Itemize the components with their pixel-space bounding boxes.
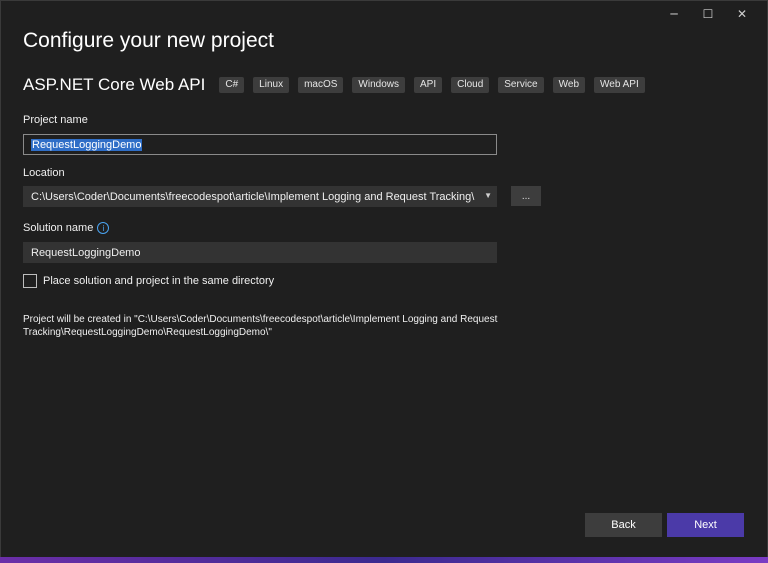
next-button[interactable]: Next [667,513,744,537]
back-button[interactable]: Back [585,513,662,537]
minimize-icon[interactable]: ─ [657,5,691,23]
tag-macos: macOS [298,77,344,93]
template-name: ASP.NET Core Web API [23,75,206,94]
solution-name-label: Solution name [23,222,94,234]
project-name-input[interactable]: RequestLoggingDemo [23,134,497,155]
tag-api: API [414,77,443,93]
location-value: C:\Users\Coder\Documents\freecodespot\ar… [31,190,475,203]
project-path-info: Project will be created in "C:\Users\Cod… [23,314,498,338]
solution-name-input[interactable]: RequestLoggingDemo [23,242,497,263]
chevron-down-icon[interactable]: ▼ [484,191,492,200]
info-icon[interactable]: i [97,222,110,235]
same-directory-label: Place solution and project in the same d… [43,275,275,287]
location-combobox[interactable]: C:\Users\Coder\Documents\freecodespot\ar… [23,186,497,207]
tag-csharp: C# [219,77,245,93]
same-directory-option[interactable]: Place solution and project in the same d… [23,274,274,288]
browse-button[interactable]: ... [511,186,541,206]
tag-service: Service [498,77,544,93]
maximize-icon[interactable]: ☐ [691,5,725,23]
tag-cloud: Cloud [451,77,490,93]
window-accent-border [0,557,768,563]
project-name-label: Project name [23,114,88,126]
close-icon[interactable]: ✕ [725,5,759,23]
tag-linux: Linux [253,77,290,93]
solution-name-label-row: Solution name i [23,222,110,235]
tag-web-api: Web API [594,77,645,93]
solution-name-value: RequestLoggingDemo [31,246,141,259]
project-name-value: RequestLoggingDemo [31,138,143,151]
tag-windows: Windows [352,77,405,93]
location-label: Location [23,167,65,179]
window-controls: ─ ☐ ✕ [657,5,759,23]
same-directory-checkbox[interactable] [23,274,37,288]
tag-web: Web [552,77,586,93]
dialog-window: ─ ☐ ✕ Configure your new project ASP.NET… [0,0,768,558]
template-header: ASP.NET Core Web API C# Linux macOS Wind… [23,75,654,95]
page-title: Configure your new project [23,29,274,52]
